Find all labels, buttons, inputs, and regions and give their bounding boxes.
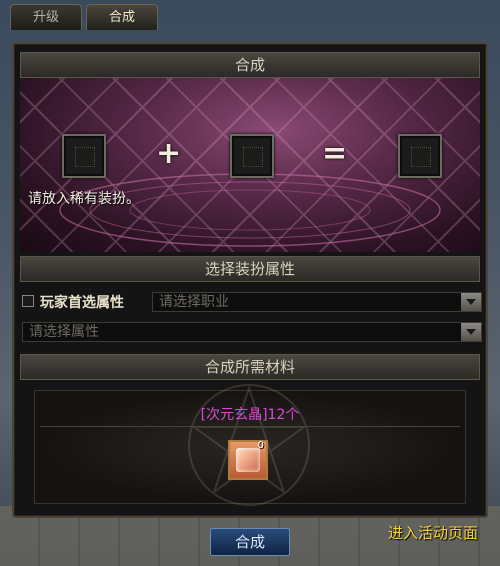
job-select-placeholder: 请选择职业: [159, 294, 229, 310]
material-slot[interactable]: 0: [228, 440, 268, 480]
tab-bar: 升级 合成: [10, 4, 158, 30]
synthesis-stage: + = 请放入稀有装扮。: [20, 78, 480, 252]
equals-icon: =: [322, 136, 348, 171]
input-slot-2[interactable]: [230, 134, 274, 178]
material-count: 0: [257, 440, 264, 451]
stage-hint: 请放入稀有装扮。: [28, 191, 140, 207]
result-slot[interactable]: [398, 134, 442, 178]
chevron-down-icon[interactable]: [461, 323, 481, 341]
materials-divider: [40, 426, 460, 427]
tab-synthesize[interactable]: 合成: [86, 4, 158, 30]
plus-icon: +: [156, 136, 182, 171]
attribute-select-placeholder: 请选择属性: [29, 324, 99, 340]
tab-upgrade[interactable]: 升级: [10, 4, 82, 30]
event-page-link[interactable]: 进入活动页面: [388, 522, 478, 543]
input-slot-1[interactable]: [62, 134, 106, 178]
panel-title: 合成: [20, 52, 480, 78]
job-select[interactable]: 请选择职业: [152, 292, 482, 312]
synthesize-button[interactable]: 合成: [210, 528, 290, 556]
attribute-select[interactable]: 请选择属性: [22, 322, 482, 342]
preferred-attribute-checkbox[interactable]: [22, 295, 34, 307]
materials-header: 合成所需材料: [20, 354, 480, 380]
crystal-cube-icon: [236, 448, 260, 472]
attributes-header: 选择装扮属性: [20, 256, 480, 282]
preferred-attribute-label: 玩家首选属性: [40, 295, 124, 311]
material-name: [次元玄晶]12个: [200, 407, 300, 423]
chevron-down-icon[interactable]: [461, 293, 481, 311]
